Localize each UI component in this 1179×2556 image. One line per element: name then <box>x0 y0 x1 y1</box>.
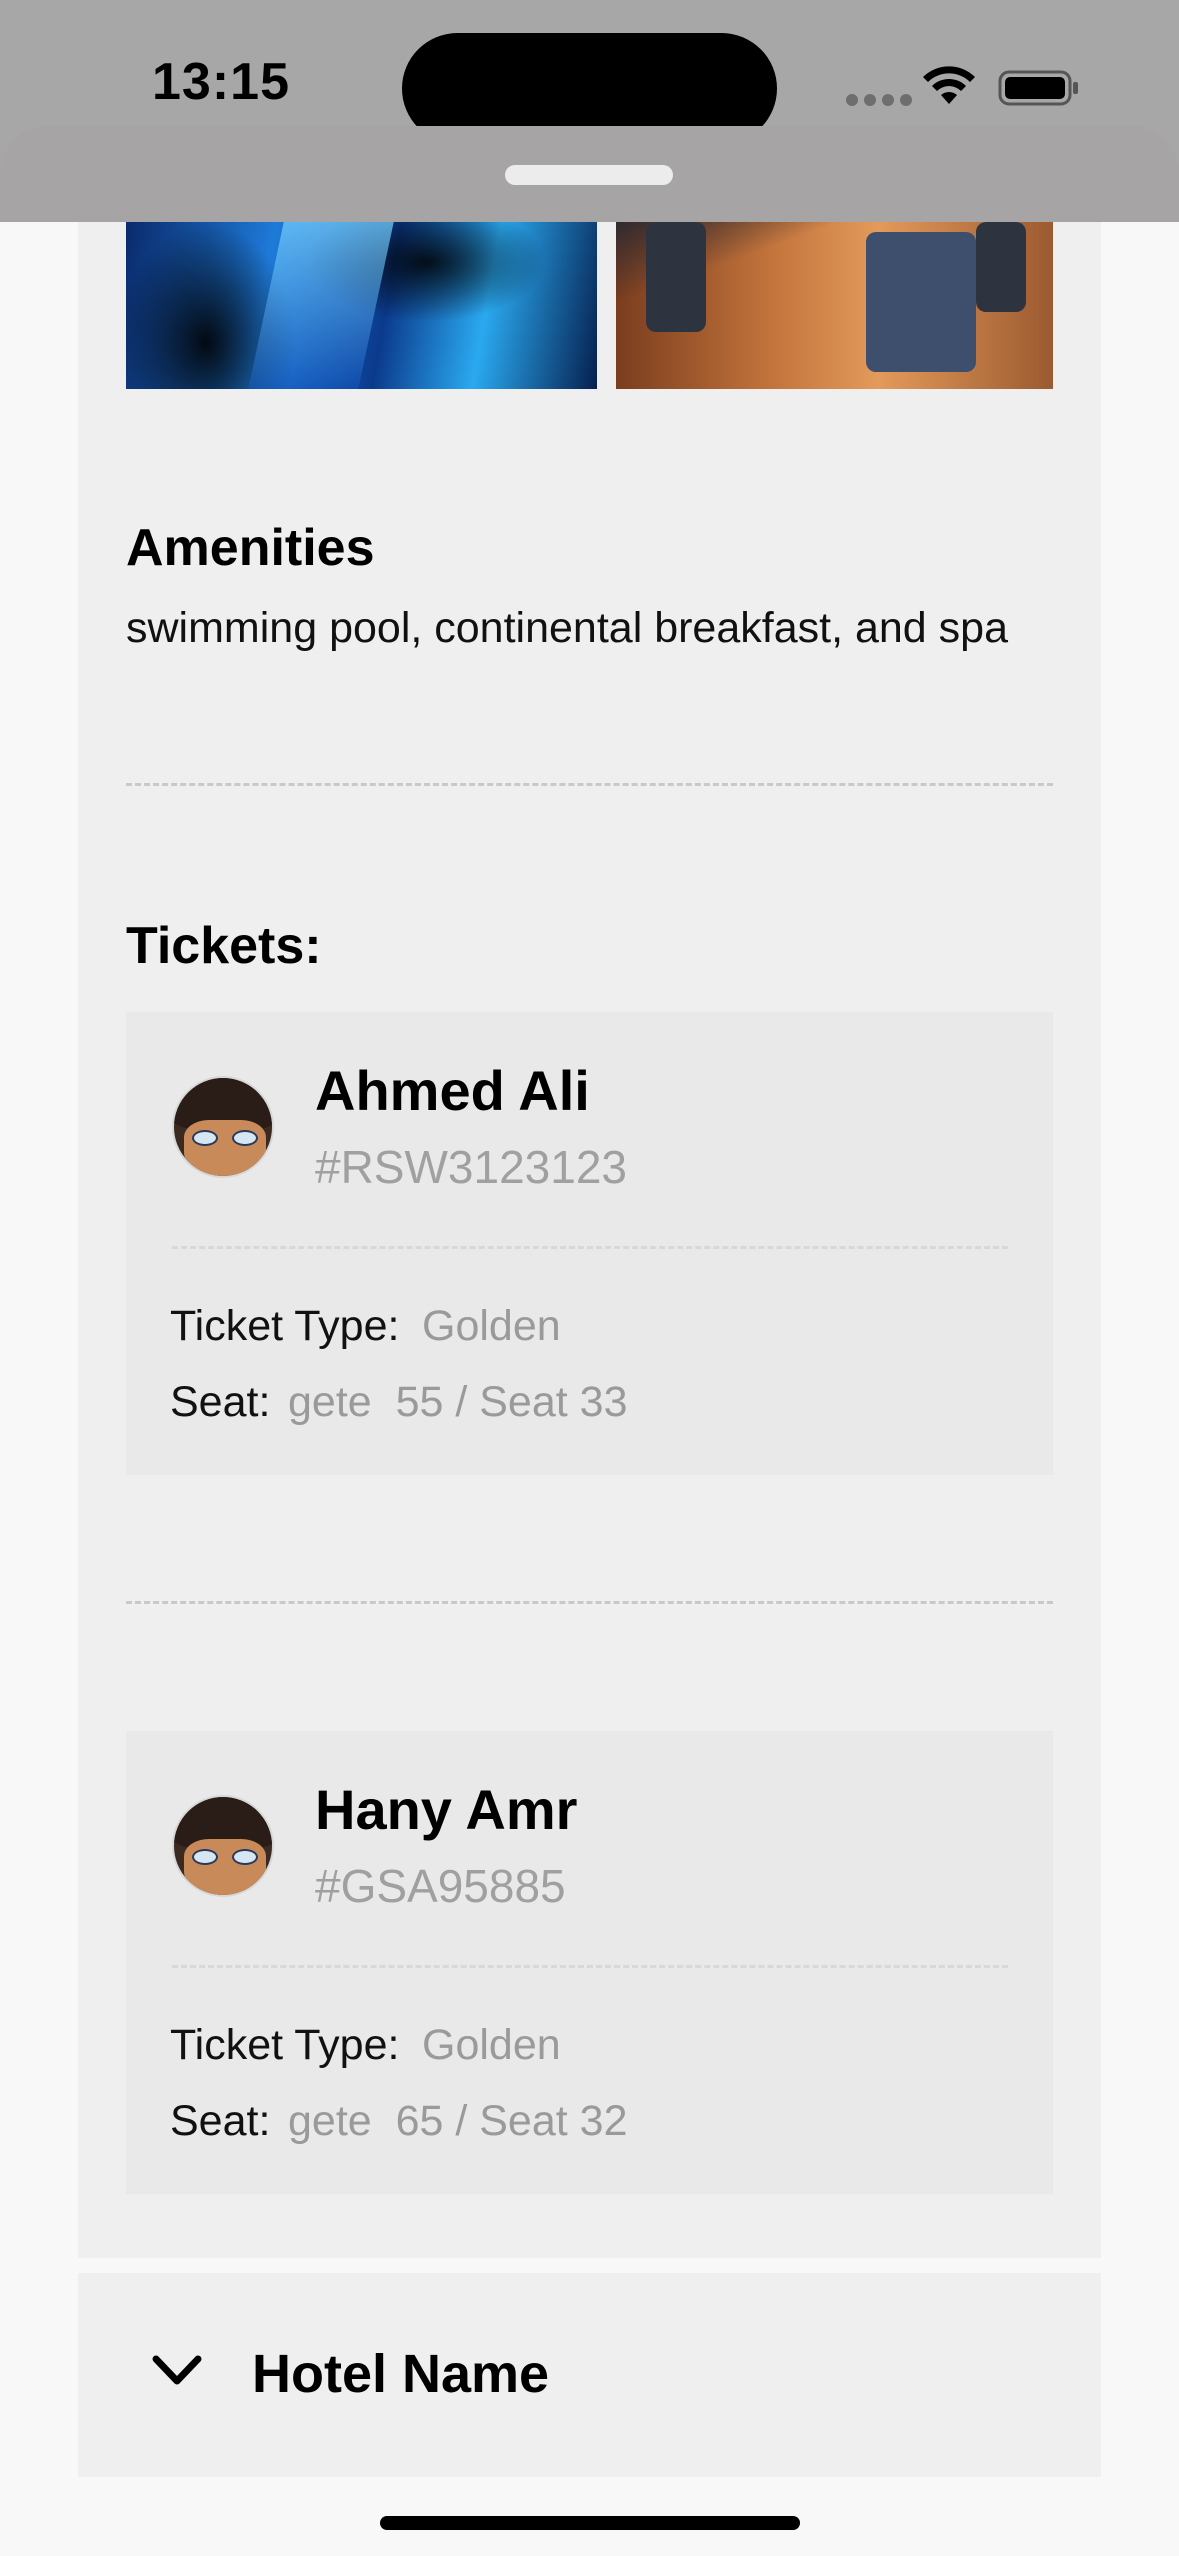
ticket-type-value: Golden <box>422 1302 561 1350</box>
ticket-card[interactable]: Hany Amr #GSA95885 Ticket Type: Golden S… <box>126 1731 1053 2194</box>
cellular-signal-icon <box>846 94 912 106</box>
ticket-holder-name: Ahmed Ali <box>315 1059 590 1122</box>
chevron-down-icon[interactable] <box>150 2351 204 2391</box>
seat-label: Seat: <box>170 1378 271 1426</box>
ticket-type-value: Golden <box>422 2021 561 2069</box>
seat-value: gete 55 / Seat 33 <box>288 1378 628 1426</box>
seat-label: Seat: <box>170 2097 271 2145</box>
wifi-icon <box>923 66 975 104</box>
section-divider <box>126 783 1053 786</box>
amenities-text: swimming pool, continental breakfast, an… <box>126 604 1008 652</box>
ticket-holder-name: Hany Amr <box>315 1778 578 1841</box>
ticket-divider <box>126 1601 1053 1604</box>
hotel-section-header[interactable]: Hotel Name <box>78 2273 1101 2477</box>
restaurant-photo[interactable] <box>616 222 1053 389</box>
avatar <box>172 1076 274 1178</box>
status-time: 13:15 <box>152 53 290 111</box>
ticket-code: #GSA95885 <box>315 1860 566 1912</box>
home-indicator[interactable] <box>380 2516 800 2530</box>
pool-photo[interactable] <box>126 222 597 389</box>
ticket-type-label: Ticket Type: <box>170 2021 400 2069</box>
seat-value: gete 65 / Seat 32 <box>288 2097 628 2145</box>
card-divider <box>172 1246 1008 1249</box>
amenities-title: Amenities <box>126 519 375 577</box>
tickets-title: Tickets: <box>126 917 322 975</box>
ticket-type-label: Ticket Type: <box>170 1302 400 1350</box>
ticket-code: #RSW3123123 <box>315 1141 627 1193</box>
hotel-section-title: Hotel Name <box>252 2344 550 2404</box>
avatar <box>172 1795 274 1897</box>
ticket-card[interactable]: Ahmed Ali #RSW3123123 Ticket Type: Golde… <box>126 1012 1053 1475</box>
battery-icon <box>998 70 1078 106</box>
sheet-grabber-handle[interactable] <box>505 165 673 185</box>
card-divider <box>172 1965 1008 1968</box>
